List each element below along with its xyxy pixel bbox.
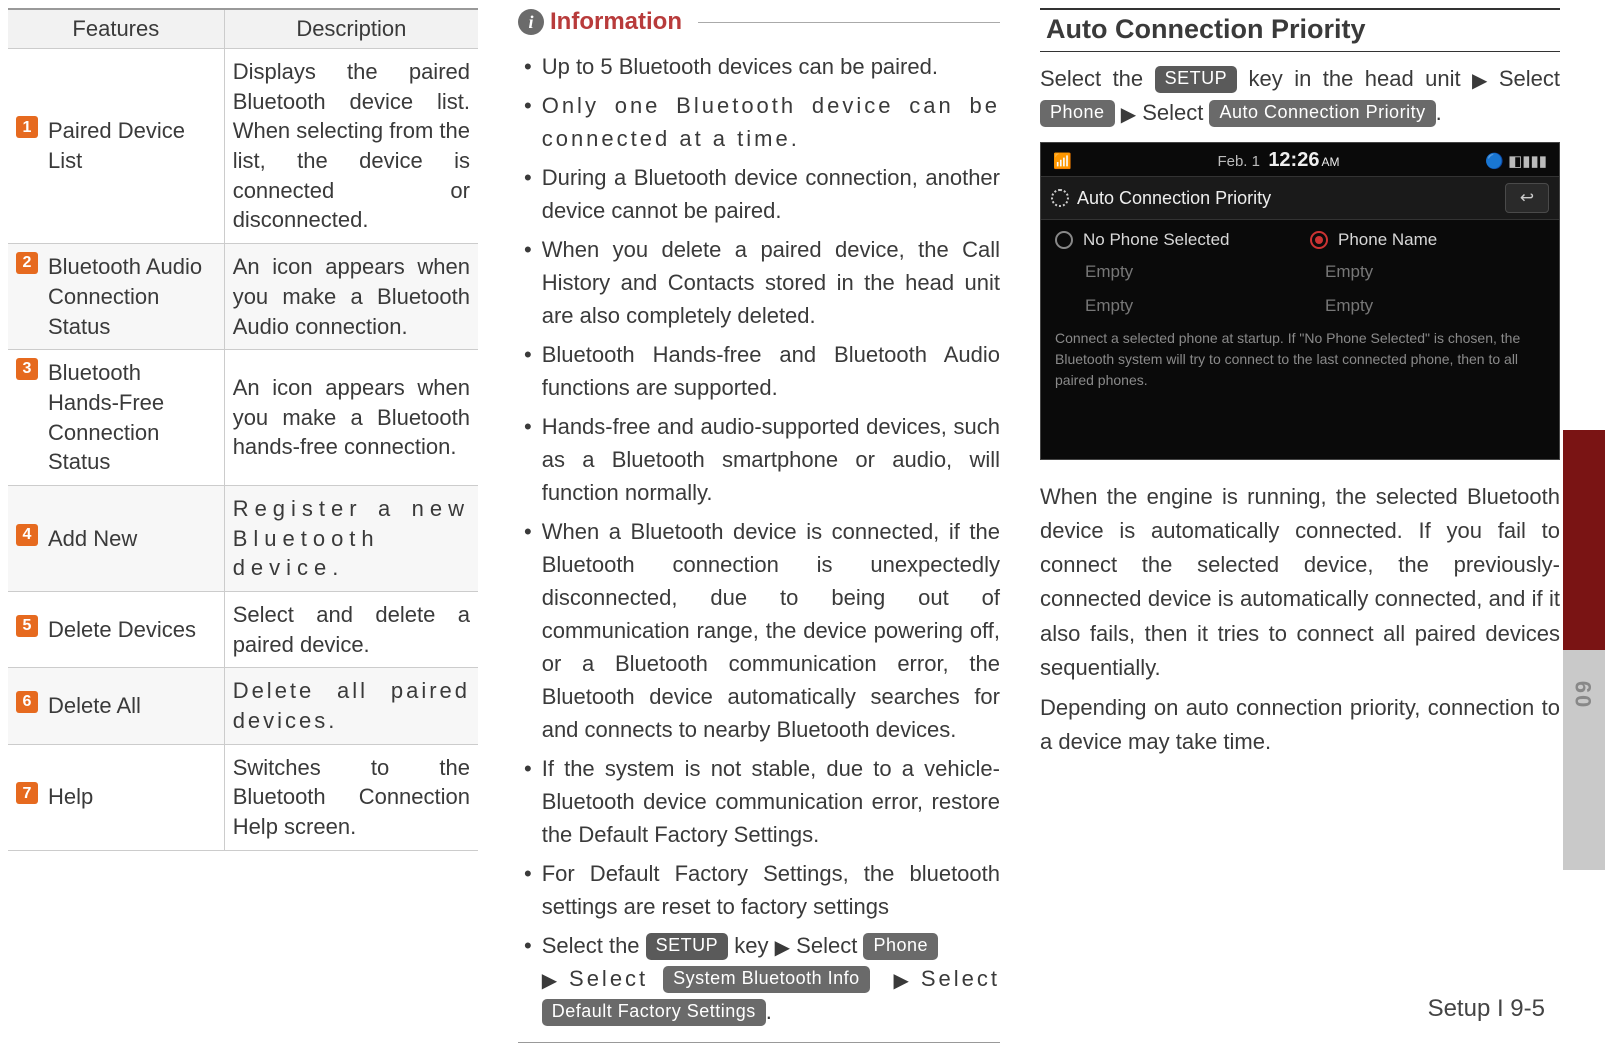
info-item: During a Bluetooth device connection, an…: [542, 161, 1000, 227]
slot-empty[interactable]: Empty: [1325, 262, 1545, 282]
period: .: [766, 999, 772, 1024]
para-auto-conn-2: Depending on auto connection priority, c…: [1040, 691, 1560, 759]
screen-title: Auto Connection Priority: [1077, 188, 1271, 209]
page-footer: Setup I 9-5: [1428, 995, 1545, 1023]
phone-button[interactable]: Phone: [1040, 100, 1115, 127]
para-auto-conn-1: When the engine is running, the selected…: [1040, 480, 1560, 685]
info-item: Bluetooth Hands-free and Bluetooth Audio…: [542, 338, 1000, 404]
table-row: 7 Help Switches to the Bluetooth Connecti…: [8, 744, 478, 850]
feature-desc: An icon appears when you make a Bluetoot…: [224, 350, 478, 486]
radio-no-phone[interactable]: [1055, 231, 1073, 249]
status-left: 📶: [1053, 152, 1072, 170]
feature-desc: Select and delete a paired device.: [224, 592, 478, 668]
phone-button[interactable]: Phone: [863, 933, 938, 960]
slot-empty[interactable]: Empty: [1325, 296, 1545, 316]
chapter-number: 09: [1571, 679, 1597, 707]
feature-desc: An icon appears when you make a Bluetoot…: [224, 244, 478, 350]
feature-name: Bluetooth Hands-Free Connection Status: [48, 358, 216, 477]
tab-chapter-number: 09: [1563, 650, 1605, 870]
screen-hint: Connect a selected phone at startup. If …: [1041, 318, 1559, 391]
feature-name: Paired Device List: [48, 116, 216, 175]
arrow-right-icon: ▶: [542, 966, 557, 996]
nav-path: Select the SETUP key in the head unit ▶ …: [1040, 62, 1560, 130]
setup-button[interactable]: SETUP: [1155, 66, 1238, 93]
info-item: Only one Bluetooth device can be connect…: [542, 89, 1000, 155]
row-number: 5: [16, 615, 38, 637]
table-row: 5 Delete Devices Select and delete a pair…: [8, 592, 478, 668]
feature-name: Help: [48, 782, 216, 812]
th-description: Description: [224, 9, 478, 49]
slot-empty[interactable]: Empty: [1085, 262, 1305, 282]
info-item: Up to 5 Bluetooth devices can be paired.: [542, 50, 1000, 83]
option-no-phone: No Phone Selected: [1083, 230, 1230, 250]
arrow-right-icon: ▶: [775, 933, 790, 963]
row-number: 7: [16, 782, 38, 804]
auto-connection-priority-button[interactable]: Auto Connection Priority: [1209, 100, 1435, 127]
arrow-right-icon: ▶: [1472, 66, 1487, 97]
status-right: 🔵 ◧▮▮▮: [1485, 152, 1547, 170]
information-heading: i Information: [518, 8, 1000, 36]
arrow-right-icon: ▶: [1121, 100, 1136, 131]
features-table: Features Description 1 Paired Device List…: [8, 8, 478, 851]
status-date: Feb. 1: [1217, 153, 1260, 170]
nav-text: Select: [1142, 100, 1209, 125]
info-item: For Default Factory Settings, the blueto…: [542, 857, 1000, 923]
row-number: 3: [16, 358, 38, 380]
nav-text: Select the: [542, 933, 646, 958]
feature-desc: Switches to the Bluetooth Connection Hel…: [224, 744, 478, 850]
info-item: When you delete a paired device, the Cal…: [542, 233, 1000, 332]
feature-desc: Delete all paired devices.: [224, 668, 478, 744]
th-features: Features: [8, 9, 224, 49]
table-row: 3Bluetooth Hands-Free Connection Status …: [8, 350, 478, 486]
radio-phone-name[interactable]: [1310, 231, 1328, 249]
information-title: Information: [550, 8, 682, 36]
side-tabs: 09: [1563, 430, 1605, 870]
feature-desc: Register a new Bluetooth device.: [224, 485, 478, 591]
gear-icon: [1051, 189, 1069, 207]
option-phone-name: Phone Name: [1338, 230, 1437, 250]
info-item-nav: Select the SETUP key ▶ Select Phone ▶ Se…: [542, 929, 1000, 1028]
feature-name: Bluetooth Audio Connection Status: [48, 252, 216, 341]
row-number: 4: [16, 524, 38, 546]
row-number: 2: [16, 252, 38, 274]
setup-button[interactable]: SETUP: [646, 933, 729, 960]
feature-name: Add New: [48, 524, 216, 554]
nav-text: Select: [1499, 66, 1560, 91]
period: .: [1436, 100, 1442, 125]
feature-desc: Displays the paired Bluetooth device lis…: [224, 49, 478, 244]
tab-current-chapter: [1563, 430, 1605, 650]
system-bluetooth-info-button[interactable]: System Bluetooth Info: [663, 966, 870, 993]
table-row: 4 Add New Register a new Bluetooth device…: [8, 485, 478, 591]
section-heading: Auto Connection Priority: [1040, 8, 1560, 52]
nav-text: Select: [921, 966, 1000, 991]
back-button[interactable]: ↩: [1505, 183, 1549, 213]
info-item: Hands-free and audio-supported devices, …: [542, 410, 1000, 509]
row-number: 1: [16, 116, 38, 138]
info-item: When a Bluetooth device is connected, if…: [542, 515, 1000, 746]
arrow-right-icon: ▶: [894, 966, 909, 996]
nav-text: Select: [569, 966, 663, 991]
table-row: 6 Delete All Delete all paired devices.: [8, 668, 478, 744]
screenshot-auto-connection-priority: 📶 Feb. 1 12:26AM 🔵 ◧▮▮▮ Auto Connection …: [1040, 142, 1560, 460]
nav-text: key in the head unit: [1249, 66, 1472, 91]
info-item: If the system is not stable, due to a ve…: [542, 752, 1000, 851]
status-time: 12:26AM: [1268, 149, 1339, 171]
info-icon: i: [518, 9, 544, 35]
feature-name: Delete Devices: [48, 615, 216, 645]
row-number: 6: [16, 691, 38, 713]
information-list: Up to 5 Bluetooth devices can be paired.…: [518, 50, 1000, 1028]
nav-text: Select the: [1040, 66, 1155, 91]
default-factory-settings-button[interactable]: Default Factory Settings: [542, 999, 766, 1026]
table-row: 1 Paired Device List Displays the paired …: [8, 49, 478, 244]
feature-name: Delete All: [48, 691, 216, 721]
nav-text: key: [734, 933, 774, 958]
table-row: 2 Bluetooth Audio Connection Status An ic…: [8, 244, 478, 350]
slot-empty[interactable]: Empty: [1085, 296, 1305, 316]
nav-text: Select: [796, 933, 863, 958]
